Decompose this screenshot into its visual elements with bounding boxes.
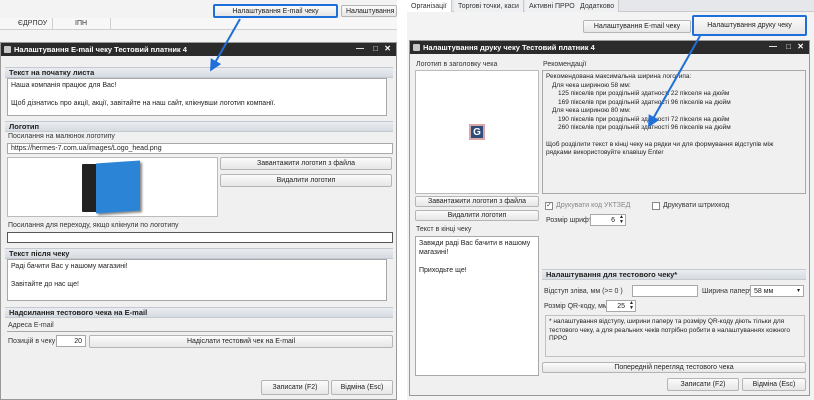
- arrow-left: [210, 18, 241, 72]
- arrow-right: [648, 35, 701, 128]
- annotation-arrows: [210, 18, 701, 128]
